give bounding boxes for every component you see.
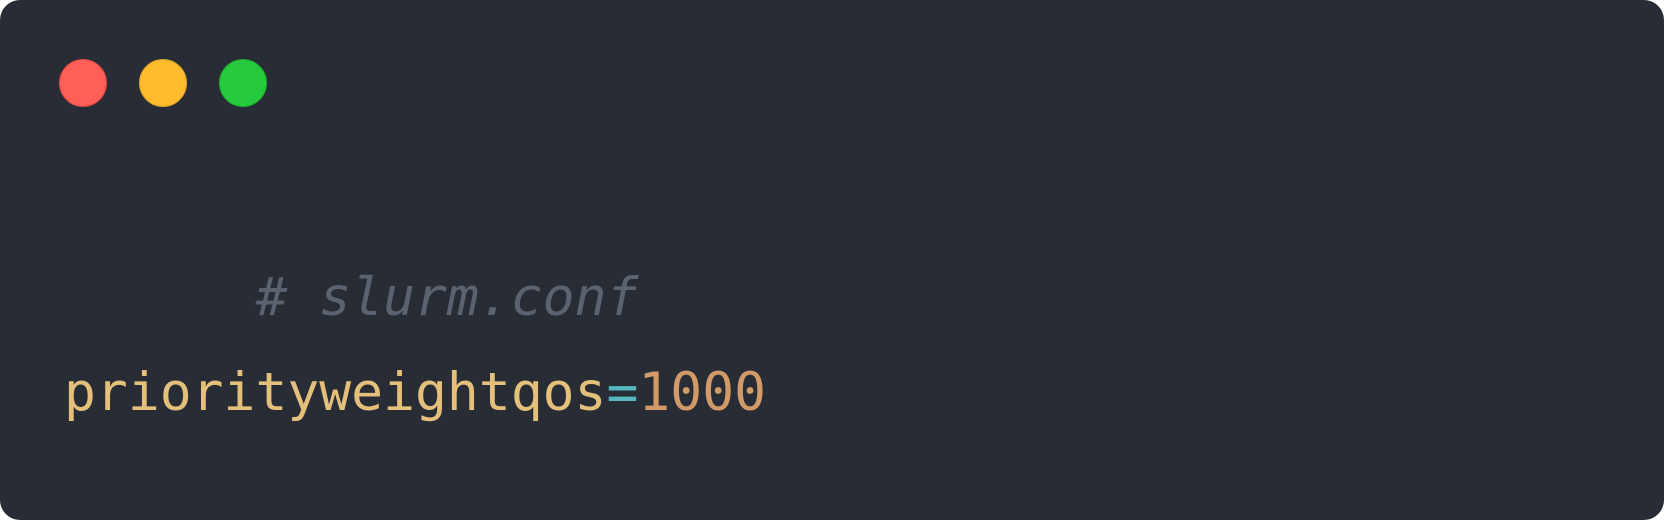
setting-key: priorityweightqos [64,362,607,423]
setting-operator: = [606,362,639,423]
setting-value: 1000 [638,362,767,423]
code-line-comment: # slurm.conf [64,218,638,377]
code-line-setting: priorityweightqos=1000 [64,366,766,419]
code-block: # slurm.conf priorityweightqos=1000 [64,0,766,419]
maximize-button[interactable] [219,59,267,107]
comment-text: # slurm.conf [255,267,639,328]
code-window: # slurm.conf priorityweightqos=1000 [0,0,1664,520]
